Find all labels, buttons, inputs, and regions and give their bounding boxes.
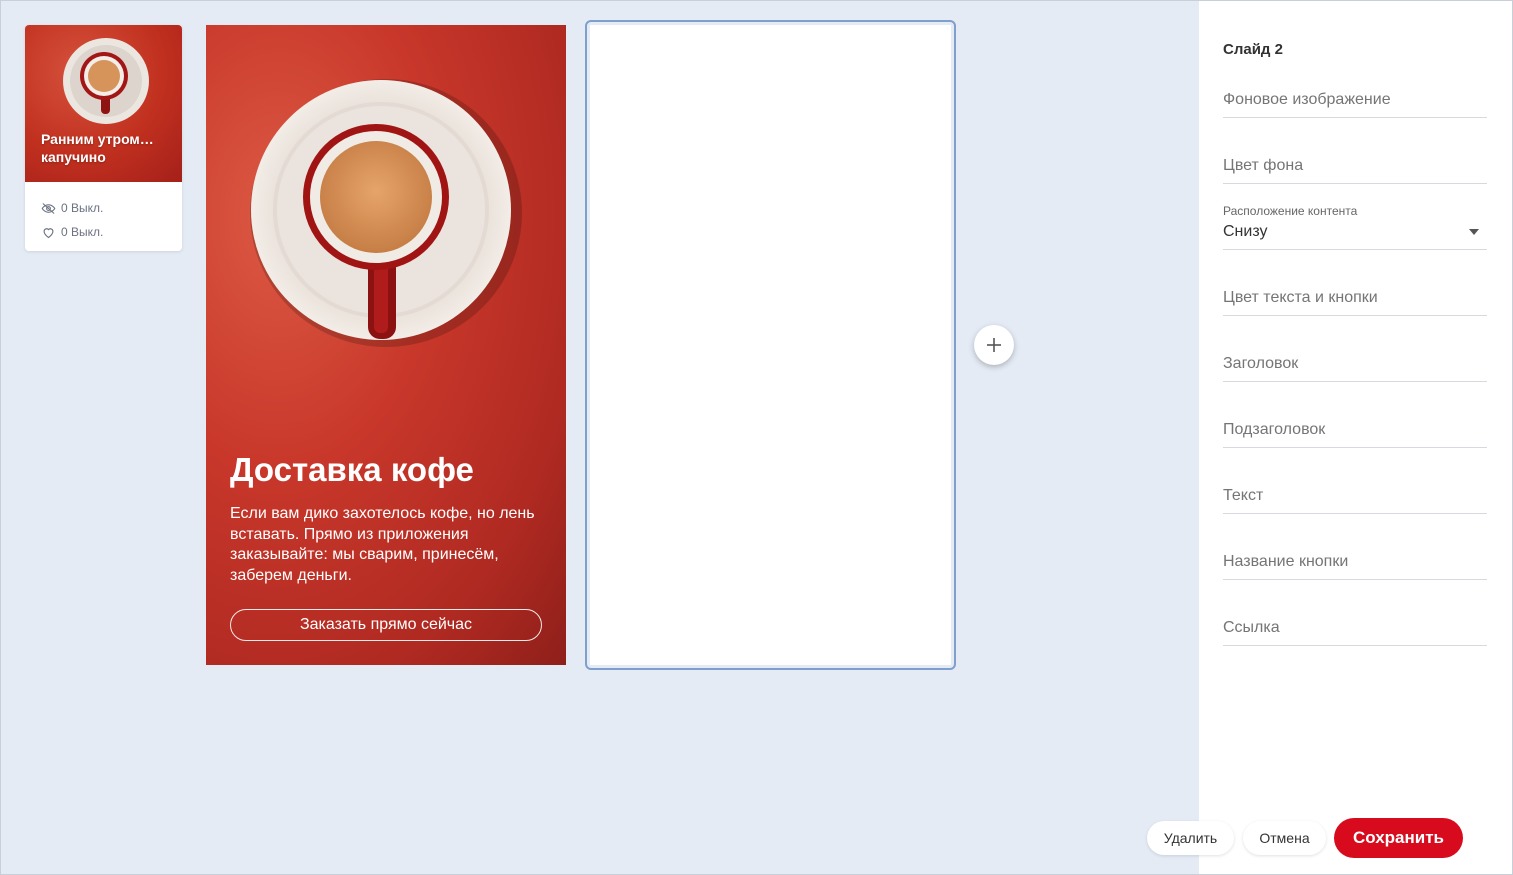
text-button-color-field[interactable]: Цвет текста и кнопки [1223,280,1487,316]
thumbnail-title: Ранним утром… капучино [41,131,154,165]
background-image-placeholder: Фоновое изображение [1223,91,1391,108]
heading-placeholder: Заголовок [1223,355,1299,372]
slide-2-canvas [590,25,951,665]
background-color-field[interactable]: Цвет фона [1223,148,1487,184]
views-count: 0 Выкл. [61,201,104,215]
slide-heading: Доставка кофе [230,451,474,488]
likes-stat: 0 Выкл. [41,220,182,244]
slide-settings-panel: Слайд 2 Фоновое изображение Цвет фона Ра… [1199,0,1513,875]
heading-field[interactable]: Заголовок [1223,346,1487,382]
heart-icon [43,227,54,238]
thumbnail-image: Ранним утром… капучино [25,25,182,182]
link-field[interactable]: Ссылка [1223,610,1487,646]
caret-down-icon [1469,229,1479,235]
button-name-field[interactable]: Название кнопки [1223,544,1487,580]
slide-body-text: Если вам дико захотелось кофе, но лень в… [230,505,535,584]
link-placeholder: Ссылка [1223,619,1280,636]
cancel-button[interactable]: Отмена [1243,821,1326,855]
slide-1[interactable]: Доставка кофе Если вам дико захотелось к… [206,25,566,665]
subheading-field[interactable]: Подзаголовок [1223,412,1487,448]
slide-2[interactable] [585,20,956,670]
content-position-select[interactable]: Расположение контента Снизу [1223,204,1487,250]
text-button-color-placeholder: Цвет текста и кнопки [1223,289,1378,306]
views-stat: 0 Выкл. [41,196,182,220]
thumbnail-stats: 0 Выкл. 0 Выкл. [25,182,182,244]
story-thumbnail-card[interactable]: Ранним утром… капучино 0 Выкл. 0 Выкл. [25,25,182,251]
save-button[interactable]: Сохранить [1334,818,1463,858]
coffee-cup-image [63,38,149,124]
content-position-label: Расположение контента [1223,204,1358,218]
eye-off-icon [41,202,56,214]
slide-cta-button[interactable]: Заказать прямо сейчас [230,609,542,641]
delete-button[interactable]: Удалить [1147,821,1234,855]
coffee-cup-image [250,79,522,347]
text-placeholder: Текст [1223,487,1264,504]
button-name-placeholder: Название кнопки [1223,553,1349,570]
likes-count: 0 Выкл. [61,225,104,239]
text-field[interactable]: Текст [1223,478,1487,514]
subheading-placeholder: Подзаголовок [1223,421,1326,438]
panel-title: Слайд 2 [1223,41,1283,58]
background-image-field[interactable]: Фоновое изображение [1223,82,1487,118]
add-slide-button[interactable] [974,325,1014,365]
background-color-placeholder: Цвет фона [1223,157,1304,174]
content-position-value: Снизу [1223,223,1268,240]
plus-icon [987,338,1001,352]
